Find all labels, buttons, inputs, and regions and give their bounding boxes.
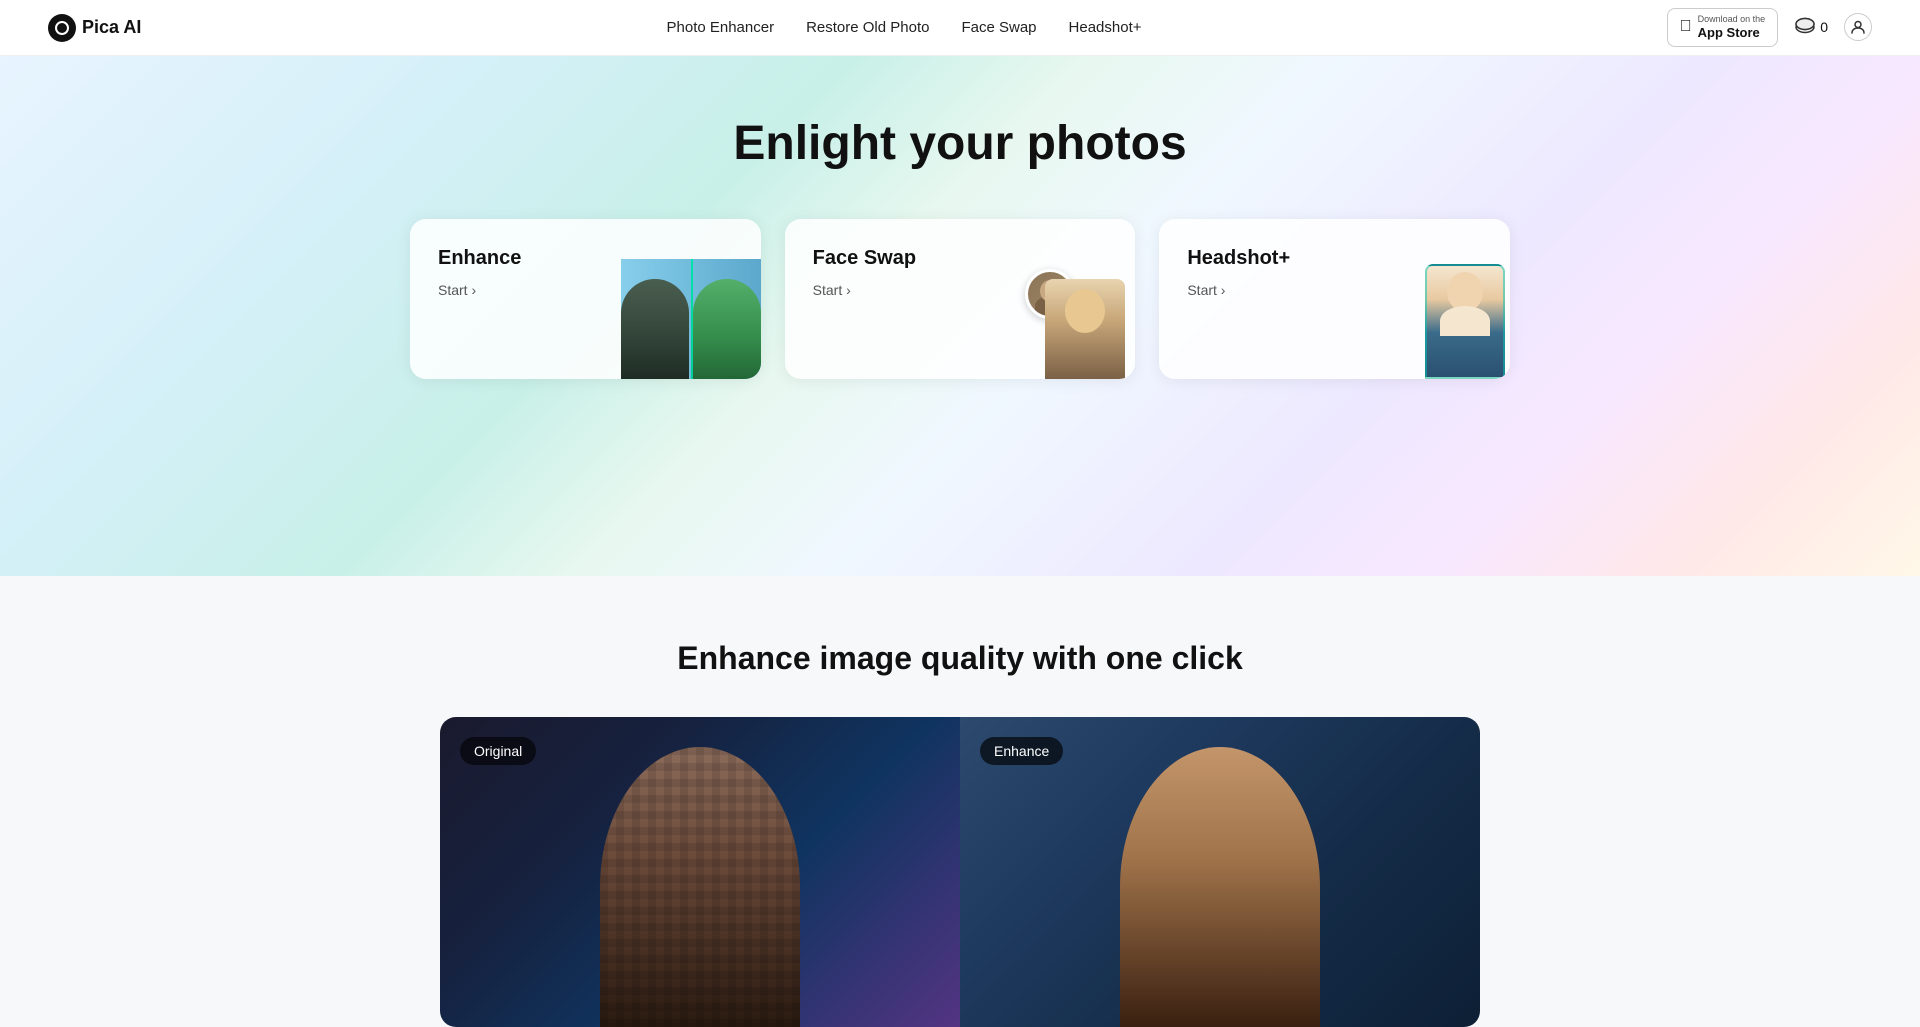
app-store-prefix: Download on the [1698,14,1766,25]
nav-links: Photo Enhancer Restore Old Photo Face Sw… [667,19,1142,36]
hero-title: Enlight your photos [733,116,1186,171]
headshot-card-image [1370,259,1510,379]
app-store-button[interactable]:  Download on the App Store [1667,8,1779,46]
apple-icon:  [1680,18,1692,36]
enhance-card[interactable]: Enhance Start › [410,219,761,379]
faceswap-card-image [995,259,1135,379]
original-badge: Original [460,737,536,765]
headshot-card[interactable]: Headshot+ Start › [1159,219,1510,379]
logo-text: Pica AI [82,17,141,38]
credits-button[interactable]: 0 [1794,16,1828,38]
enhance-quality-section: Enhance image quality with one click Ori… [0,576,1920,1027]
enhance-card-image [621,259,761,379]
nav-restore-old-photo[interactable]: Restore Old Photo [806,19,929,36]
original-image: Original [440,717,960,1027]
faceswap-card[interactable]: Face Swap Start › [785,219,1136,379]
nav-headshot-plus[interactable]: Headshot+ [1069,19,1142,36]
before-after-comparison: Original Enhance [440,717,1480,1027]
hero-section: Enlight your photos Enhance Start › Face… [0,56,1920,576]
enhanced-side: Enhance [960,717,1480,1027]
original-side: Original [440,717,960,1027]
feature-cards: Enhance Start › Face Swap Start › [410,219,1510,379]
headshot-photo-result [1425,264,1505,379]
credits-icon [1794,16,1816,38]
credits-count: 0 [1820,19,1828,35]
nav-photo-enhancer[interactable]: Photo Enhancer [667,19,775,36]
navbar: Pica AI Photo Enhancer Restore Old Photo… [0,0,1920,56]
enhance-after-person [693,279,761,379]
enhance-badge: Enhance [980,737,1063,765]
app-store-name: App Store [1698,25,1766,41]
enhance-before-person [621,279,689,379]
section-two-title: Enhance image quality with one click [677,640,1242,677]
nav-face-swap[interactable]: Face Swap [961,19,1036,36]
logo-icon [48,14,76,42]
face-photo-result [1045,279,1125,379]
enhanced-image: Enhance [960,717,1480,1027]
user-icon-button[interactable] [1844,13,1872,41]
logo[interactable]: Pica AI [48,14,141,42]
nav-right:  Download on the App Store 0 [1667,8,1872,46]
enhance-divider [691,259,693,379]
